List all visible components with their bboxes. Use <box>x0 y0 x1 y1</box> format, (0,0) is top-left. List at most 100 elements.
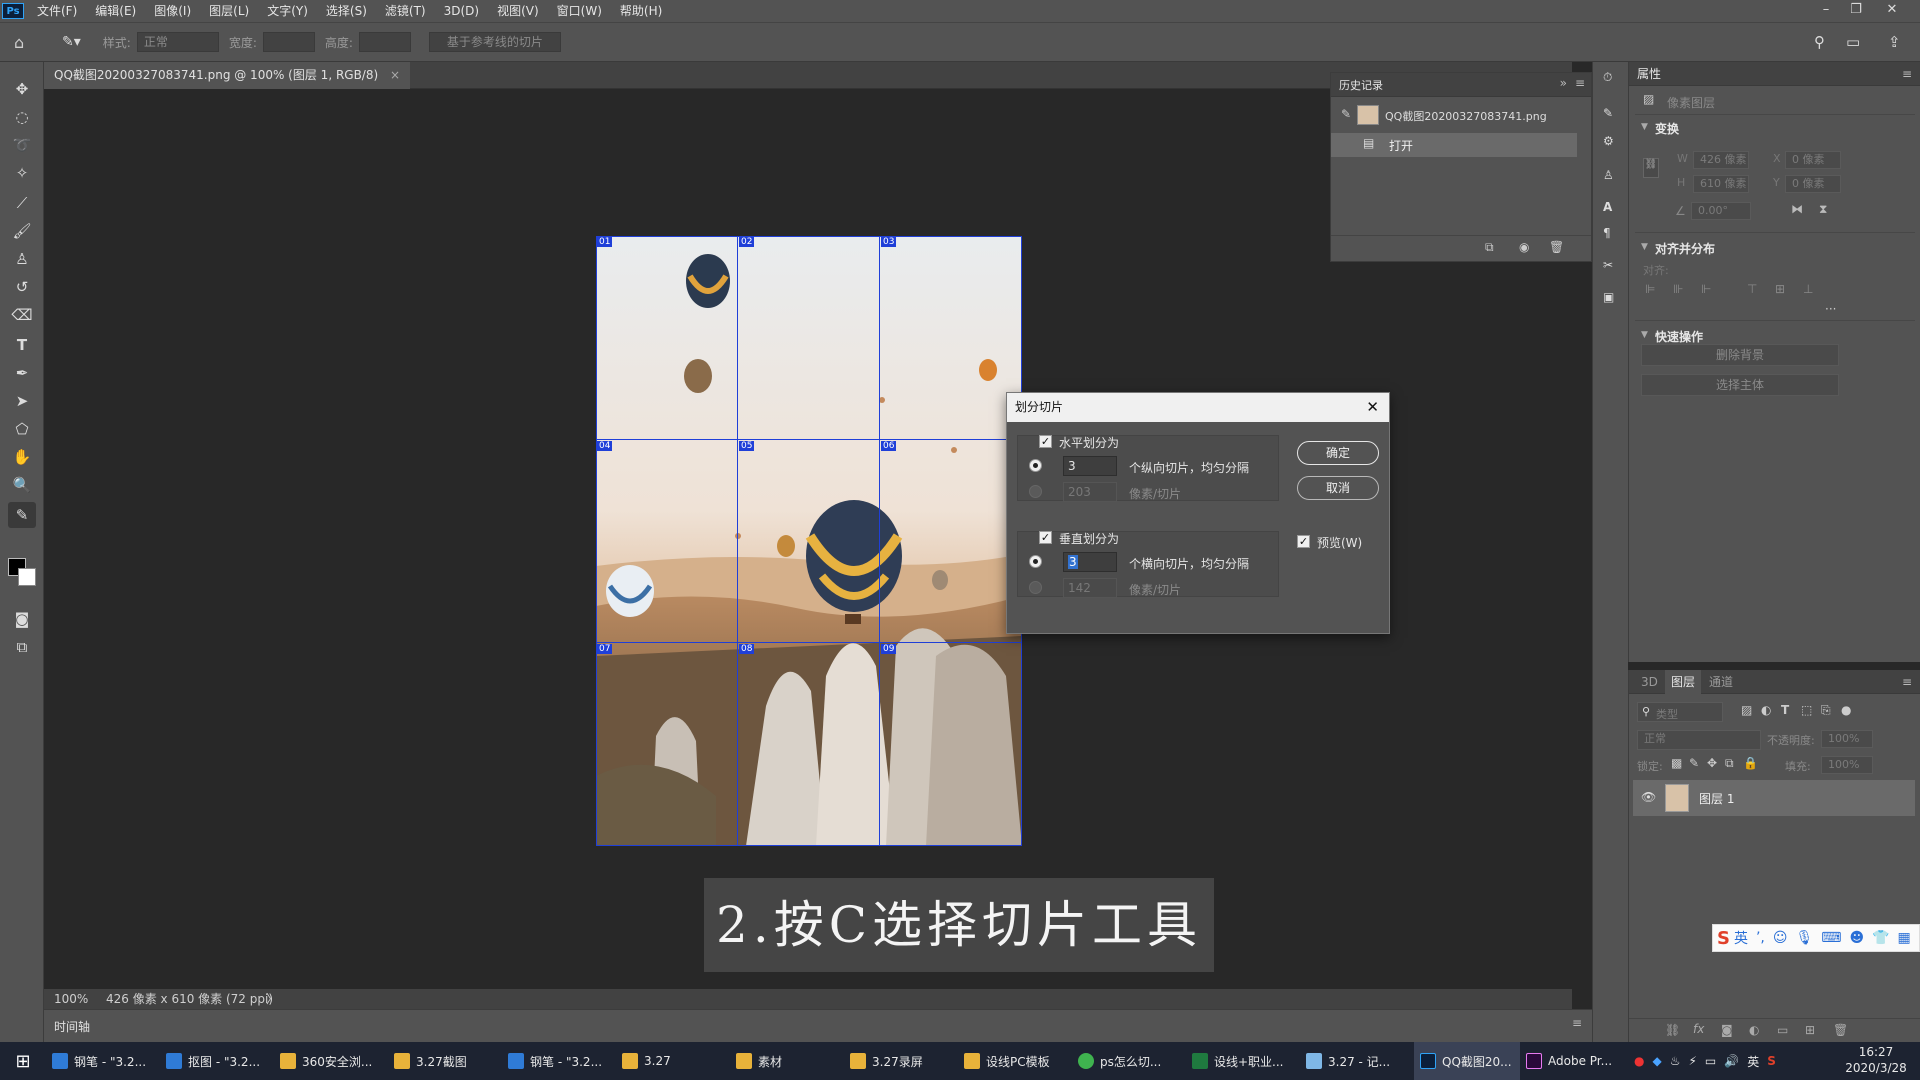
menu-3d[interactable]: 3D(D) <box>435 0 488 22</box>
shape-tool-icon[interactable]: ⬠ <box>8 416 36 442</box>
taskbar-item[interactable]: ps怎么切... <box>1072 1042 1186 1080</box>
restore-icon[interactable]: ❐ <box>1844 0 1868 22</box>
history-snapshot[interactable]: ✎ QQ截图20200327083741.png <box>1331 99 1577 133</box>
windows-start-icon[interactable]: ⊞ <box>0 1042 46 1080</box>
new-group-icon[interactable]: ▭ <box>1777 1023 1788 1037</box>
home-icon[interactable]: ⌂ <box>14 33 44 52</box>
taskbar-item[interactable]: 3.27截图 <box>388 1042 502 1080</box>
microphone-icon[interactable]: 🎙 <box>1795 930 1813 946</box>
delete-layer-icon[interactable]: 🗑 <box>1833 1023 1848 1037</box>
v-count-radio[interactable] <box>1029 555 1042 568</box>
new-layer-icon[interactable]: ⊞ <box>1805 1023 1815 1037</box>
tab-channels[interactable]: 通道 <box>1709 670 1733 694</box>
fill-input[interactable]: 100% <box>1821 756 1873 774</box>
slice-label[interactable]: 08 <box>739 644 755 654</box>
tray-lang[interactable]: 英 <box>1747 1053 1759 1070</box>
character-panel-icon[interactable]: A <box>1603 200 1612 214</box>
pen-tool-icon[interactable]: ✒ <box>8 360 36 386</box>
opacity-input[interactable]: 100% <box>1821 730 1873 748</box>
history-brush-source-icon[interactable]: ✎ <box>1341 107 1351 121</box>
history-step[interactable]: ▤ 打开 <box>1331 133 1577 157</box>
chevron-down-icon[interactable]: ▼ <box>1641 122 1648 132</box>
width-input[interactable]: 426 像素 <box>1693 151 1749 169</box>
select-subject-button[interactable]: 选择主体 <box>1641 374 1839 396</box>
security-icon[interactable]: ◆ <box>1652 1054 1661 1068</box>
magic-wand-icon[interactable]: ✧ <box>8 160 36 186</box>
lock-pixels-icon[interactable]: ✎ <box>1689 756 1699 770</box>
h-count-input[interactable]: 3 <box>1063 456 1117 476</box>
filter-adjustment-icon[interactable]: ◐ <box>1761 703 1771 717</box>
app-tray-icon[interactable]: ♨ <box>1670 1054 1681 1068</box>
menu-layer[interactable]: 图层(L) <box>200 0 258 22</box>
menu-view[interactable]: 视图(V) <box>488 0 548 22</box>
slice-tool-preset-icon[interactable]: ✎▾ <box>62 34 81 50</box>
taskbar-item[interactable]: 素材 <box>730 1042 844 1080</box>
menu-help[interactable]: 帮助(H) <box>611 0 671 22</box>
adjustments-icon[interactable]: ⚙ <box>1603 134 1614 148</box>
visibility-eye-icon[interactable]: 👁 <box>1641 790 1656 804</box>
screen-mode-icon[interactable]: ⧉ <box>8 634 36 660</box>
minimize-icon[interactable]: – <box>1814 0 1838 22</box>
height-field[interactable] <box>358 32 411 52</box>
volume-icon[interactable]: 🔊 <box>1724 1054 1739 1068</box>
menu-window[interactable]: 窗口(W) <box>548 0 611 22</box>
history-tab[interactable]: 历史记录 <box>1339 77 1383 93</box>
layer-row[interactable]: 👁 图层 1 <box>1633 780 1915 816</box>
fx-icon[interactable]: fx <box>1693 1022 1704 1036</box>
panel-menu-icon[interactable]: ≡ <box>1575 76 1585 90</box>
align-hcenter-icon[interactable]: ⊪ <box>1673 282 1683 296</box>
taskbar-item[interactable]: Adobe Pr... <box>1520 1042 1626 1080</box>
lock-artboard-icon[interactable]: ⧉ <box>1725 756 1734 771</box>
angle-input[interactable]: 0.00° <box>1691 202 1751 220</box>
dialog-close-icon[interactable]: ✕ <box>1366 393 1379 422</box>
menu-filter[interactable]: 滤镜(T) <box>376 0 435 22</box>
workspace-icon[interactable]: ▭ <box>1846 33 1860 51</box>
taskbar-item[interactable]: 钢笔 - "3.2... <box>502 1042 616 1080</box>
emoji-icon[interactable]: ☺ <box>1773 930 1788 946</box>
layer-filter-select[interactable]: ⚲ 类型 <box>1637 702 1723 722</box>
close-tab-icon[interactable]: × <box>390 68 400 82</box>
glyphs-icon[interactable]: ▣ <box>1603 290 1614 304</box>
history-brush-icon[interactable]: ↺ <box>8 274 36 300</box>
slices-from-guides-button[interactable]: 基于参考线的切片 <box>428 32 561 52</box>
y-input[interactable]: 0 像素 <box>1785 175 1841 193</box>
lock-position-icon[interactable]: ✥ <box>1707 756 1717 770</box>
keyboard-icon[interactable]: ⌨ <box>1821 930 1841 946</box>
slice-label[interactable]: 03 <box>881 237 897 247</box>
vertical-checkbox[interactable]: ✓ <box>1039 531 1052 544</box>
v-pixels-radio[interactable] <box>1029 581 1042 594</box>
h-count-radio[interactable] <box>1029 459 1042 472</box>
filter-toggle-icon[interactable]: ● <box>1841 703 1851 717</box>
document-tab[interactable]: QQ截图20200327083741.png @ 100% (图层 1, RGB… <box>44 62 411 89</box>
v-pixels-input[interactable]: 142 <box>1063 578 1117 598</box>
preview-checkbox[interactable]: ✓ <box>1297 535 1310 548</box>
timeline-tab[interactable]: 时间轴 <box>54 1018 90 1035</box>
menu-type[interactable]: 文字(Y) <box>258 0 317 22</box>
tab-layers[interactable]: 图层 <box>1665 670 1702 694</box>
flip-vertical-icon[interactable]: ⧗ <box>1819 202 1827 217</box>
add-mask-icon[interactable]: ◙ <box>1721 1023 1733 1037</box>
slice-label[interactable]: 06 <box>881 441 897 451</box>
stamp-tool-icon[interactable]: ♙ <box>8 246 36 272</box>
share-icon[interactable]: ⇪ <box>1888 33 1901 51</box>
menu-image[interactable]: 图像(I) <box>145 0 200 22</box>
move-tool-icon[interactable]: ✥ <box>8 76 36 102</box>
filter-shape-icon[interactable]: ⬚ <box>1801 703 1812 717</box>
network-icon[interactable]: ⚡ <box>1688 1054 1696 1068</box>
clock[interactable]: 16:27 2020/3/28 <box>1840 1044 1912 1076</box>
slice-label[interactable]: 09 <box>881 644 897 654</box>
menu-select[interactable]: 选择(S) <box>317 0 376 22</box>
align-right-icon[interactable]: ⊩ <box>1701 282 1711 296</box>
slice-tool-icon[interactable]: ✎ <box>8 502 36 528</box>
hand-tool-icon[interactable]: ✋ <box>8 444 36 470</box>
style-select[interactable]: 正常 <box>136 32 219 52</box>
horizontal-checkbox[interactable]: ✓ <box>1039 435 1052 448</box>
taskbar-item[interactable]: 3.27 <box>616 1042 730 1080</box>
slice-label[interactable]: 02 <box>739 237 755 247</box>
brush-tool-icon[interactable]: 🖌 <box>8 218 36 244</box>
width-field[interactable] <box>262 32 315 52</box>
chevron-down-icon[interactable]: ▼ <box>1641 330 1648 340</box>
height-input[interactable]: 610 像素 <box>1693 175 1749 193</box>
taskbar-item[interactable]: 抠图 - "3.2... <box>160 1042 274 1080</box>
zoom-level[interactable]: 100% <box>54 989 88 1009</box>
